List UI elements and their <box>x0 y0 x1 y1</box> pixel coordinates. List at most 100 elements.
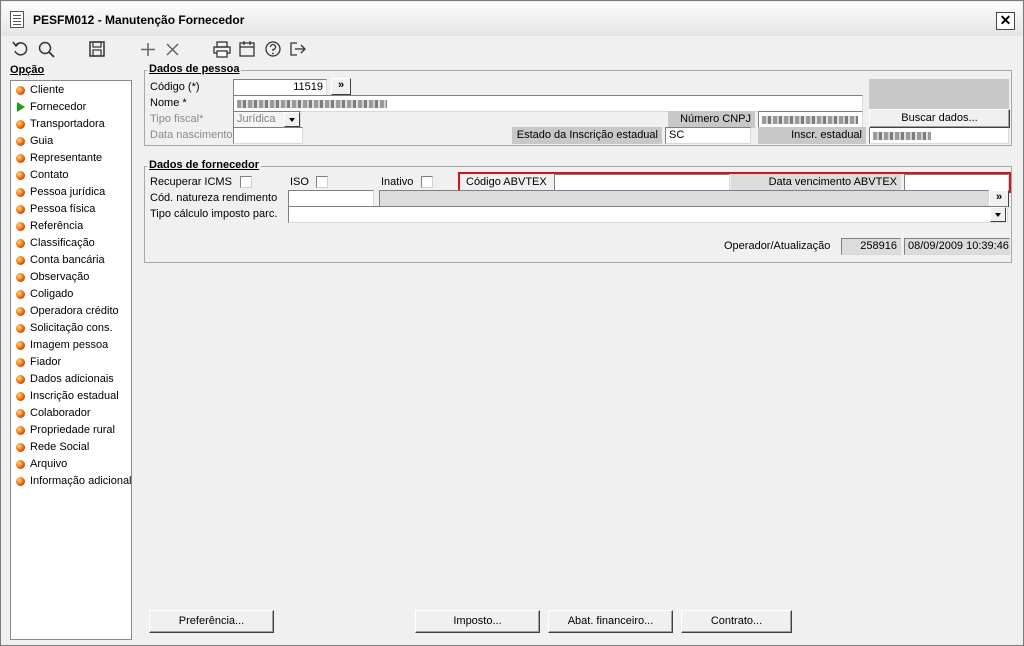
sidebar-item-referencia[interactable]: Referência <box>14 218 83 234</box>
orange-dot-icon <box>16 188 25 197</box>
estado-ie-input[interactable]: SC <box>665 127 751 144</box>
sidebar-item-imagem-pessoa[interactable]: Imagem pessoa <box>14 337 108 353</box>
cod-natureza-label: Cód. natureza rendimento <box>150 192 278 204</box>
exit-icon[interactable] <box>288 40 308 58</box>
orange-dot-icon <box>16 120 25 129</box>
sidebar-item-label: Classificação <box>30 237 95 249</box>
sidebar-item-fiador[interactable]: Fiador <box>14 354 61 370</box>
sidebar-item-propriedade-rural[interactable]: Propriedade rural <box>14 422 115 438</box>
sidebar-item-arquivo[interactable]: Arquivo <box>14 456 67 472</box>
contrato-button[interactable]: Contrato... <box>681 610 792 633</box>
orange-dot-icon <box>16 239 25 248</box>
inscr-estadual-label: Inscr. estadual <box>758 127 866 144</box>
orange-dot-icon <box>16 392 25 401</box>
sidebar-item-label: Informação adicional <box>30 475 132 487</box>
tipo-calculo-select[interactable] <box>288 206 1008 223</box>
sidebar-item-label: Dados adicionais <box>30 373 114 385</box>
codigo-input[interactable]: 11519 <box>233 79 327 96</box>
fornecedor-group-legend: Dados de fornecedor <box>147 159 262 171</box>
data-nascimento-input[interactable] <box>233 127 303 144</box>
sidebar-item-contato[interactable]: Contato <box>14 167 69 183</box>
sidebar-item-cliente[interactable]: Cliente <box>14 82 64 98</box>
pessoa-group-legend: Dados de pessoa <box>147 63 242 75</box>
cnpj-label: Número CNPJ <box>668 111 755 128</box>
add-icon[interactable] <box>138 40 158 58</box>
cod-natureza-input[interactable] <box>288 190 374 207</box>
orange-dot-icon <box>16 273 25 282</box>
orange-dot-icon <box>16 324 25 333</box>
natureza-descricao-field <box>379 190 989 207</box>
sidebar-item-label: Guia <box>30 135 54 147</box>
sidebar-item-colaborador[interactable]: Colaborador <box>14 405 91 421</box>
sidebar-item-transportadora[interactable]: Transportadora <box>14 116 105 132</box>
image-placeholder <box>869 79 1009 109</box>
abat-financeiro-button[interactable]: Abat. financeiro... <box>548 610 673 633</box>
orange-dot-icon <box>16 222 25 231</box>
sidebar-item-label: Coligado <box>30 288 74 300</box>
sidebar-item-label: Colaborador <box>30 407 91 419</box>
orange-dot-icon <box>16 460 25 469</box>
orange-dot-icon <box>16 154 25 163</box>
window-title: PESFM012 - Manutenção Fornecedor <box>33 13 245 27</box>
orange-dot-icon <box>16 290 25 299</box>
tipo-fiscal-label: Tipo fiscal* <box>150 113 204 125</box>
orange-dot-icon <box>16 256 25 265</box>
cnpj-input[interactable] <box>758 111 863 128</box>
print-icon[interactable] <box>212 40 232 58</box>
sidebar-item-label: Observação <box>30 271 90 283</box>
document-icon <box>10 11 24 28</box>
sidebar-item-operadora-credito[interactable]: Operadora crédito <box>14 303 119 319</box>
sidebar-item-label: Solicitação cons. <box>30 322 113 334</box>
iso-checkbox[interactable] <box>316 176 328 188</box>
nome-input[interactable] <box>233 95 863 112</box>
sidebar-item-label: Conta bancária <box>30 254 105 266</box>
sidebar-item-solicitacao-cons[interactable]: Solicitação cons. <box>14 320 113 336</box>
imposto-button[interactable]: Imposto... <box>415 610 540 633</box>
sidebar-item-label: Representante <box>30 152 103 164</box>
sidebar-item-informacao-adicional[interactable]: Informação adicional <box>14 473 132 489</box>
sidebar-item-conta-bancaria[interactable]: Conta bancária <box>14 252 105 268</box>
sidebar-title: Opção <box>10 64 45 76</box>
inscr-estadual-input[interactable] <box>869 127 1009 144</box>
sidebar-item-fornecedor[interactable]: Fornecedor <box>14 99 86 115</box>
tipo-calculo-label: Tipo cálculo imposto parc. <box>150 208 278 220</box>
calendar-icon[interactable] <box>237 40 257 58</box>
inativo-checkbox[interactable] <box>421 176 433 188</box>
chevron-down-icon[interactable] <box>990 207 1006 222</box>
search-icon[interactable] <box>37 40 57 58</box>
sidebar-item-classificacao[interactable]: Classificação <box>14 235 95 251</box>
sidebar-item-representante[interactable]: Representante <box>14 150 102 166</box>
help-icon[interactable] <box>263 40 283 58</box>
orange-dot-icon <box>16 86 25 95</box>
sidebar-item-label: Fiador <box>30 356 62 368</box>
natureza-lookup-button[interactable]: » <box>989 190 1009 207</box>
nome-label: Nome * <box>150 97 187 109</box>
sidebar-item-pessoa-fisica[interactable]: Pessoa física <box>14 201 95 217</box>
sidebar-item-coligado[interactable]: Coligado <box>14 286 73 302</box>
recuperar-icms-checkbox[interactable] <box>240 176 252 188</box>
sidebar: Cliente Fornecedor Transportadora Guia R… <box>10 80 132 640</box>
sidebar-item-rede-social[interactable]: Rede Social <box>14 439 89 455</box>
redacted-text <box>873 132 931 140</box>
codigo-lookup-button[interactable]: » <box>331 78 351 95</box>
save-icon[interactable] <box>87 40 107 58</box>
sidebar-item-pessoa-juridica[interactable]: Pessoa jurídica <box>14 184 105 200</box>
orange-dot-icon <box>16 409 25 418</box>
title-bar: PESFM012 - Manutenção Fornecedor ✕ <box>2 2 1022 36</box>
sidebar-item-dados-adicionais[interactable]: Dados adicionais <box>14 371 114 387</box>
orange-dot-icon <box>16 171 25 180</box>
sidebar-item-guia[interactable]: Guia <box>14 133 53 149</box>
close-button[interactable]: ✕ <box>996 12 1015 30</box>
orange-dot-icon <box>16 341 25 350</box>
sidebar-item-label: Rede Social <box>30 441 90 453</box>
sidebar-item-label: Contato <box>30 169 69 181</box>
estado-ie-label: Estado da Inscrição estadual <box>512 127 662 144</box>
buscar-dados-button[interactable]: Buscar dados... <box>869 109 1010 128</box>
delete-icon[interactable] <box>163 40 183 58</box>
preferencia-button[interactable]: Preferência... <box>149 610 274 633</box>
sidebar-item-observacao[interactable]: Observação <box>14 269 89 285</box>
sidebar-item-inscricao-estadual[interactable]: Inscrição estadual <box>14 388 119 404</box>
undo-icon[interactable] <box>11 40 31 58</box>
chevron-down-icon[interactable] <box>284 112 300 127</box>
sidebar-item-label: Transportadora <box>30 118 105 130</box>
